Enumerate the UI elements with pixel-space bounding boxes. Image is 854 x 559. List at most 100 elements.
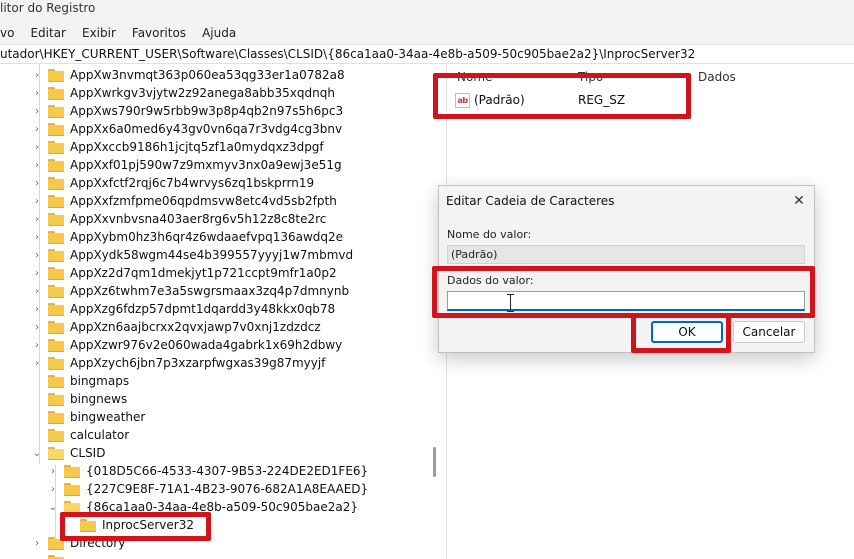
tree-item-label: bingweather: [70, 410, 146, 424]
tree-item-label: AppXxfzmfpme06qpdmsvw8etc4vd5sb2fpth: [70, 194, 337, 208]
tree-item-label: {227C9E8F-71A1-4B23-9076-682A1A8EAAED}: [86, 482, 369, 496]
close-icon[interactable]: ✕: [788, 191, 810, 211]
tree-item[interactable]: bingweather: [32, 408, 145, 426]
tree-item[interactable]: › AppXydk58wgm44se4b399557yyyj1w7mbmvd: [32, 246, 353, 264]
tree-item[interactable]: › {018D5C66-4533-4307-9B53-224DE2ED1FE6}: [48, 462, 368, 480]
tree-item[interactable]: › AppXz6twhm7e3a5swgrsmaax3zq4p7dmnynb: [32, 282, 349, 300]
chevron-right-icon[interactable]: ›: [48, 462, 58, 480]
tree-item-selected[interactable]: InprocServer32: [64, 516, 194, 534]
tree-item[interactable]: › AppXzych6jbn7p3xzarpfwgxas39g87myyjf: [32, 354, 325, 372]
tree-item-label: bingnews: [70, 392, 128, 406]
tree-item[interactable]: › AppXybm0hz3h6qr4z6wdaaefvpq136awdq2e: [32, 228, 343, 246]
tree-scrollbar-thumb[interactable]: [433, 447, 436, 477]
tree-item[interactable]: › AppXwrkgv3vjytw2z92anega8abb35xqdnqh: [32, 84, 335, 102]
folder-icon: [48, 338, 64, 352]
chevron-right-icon[interactable]: ›: [32, 138, 42, 156]
tree-item[interactable]: ⌄ {86ca1aa0-34aa-4e8b-a509-50c905bae2a2}: [48, 498, 358, 516]
chevron-right-icon[interactable]: ›: [32, 282, 42, 300]
chevron-right-icon[interactable]: ›: [32, 534, 42, 552]
tree-item[interactable]: › AppXz2d7qm1dmekjyt1p721ccpt9mfr1a0p2: [32, 264, 337, 282]
tree-item[interactable]: bingmaps: [32, 372, 129, 390]
tree-item-label: AppXxvnbvsna403aer8rg6v5h12z8c8te2rc: [70, 212, 327, 226]
window-title: litor do Registro: [0, 1, 96, 15]
column-header-data[interactable]: Dados: [698, 70, 736, 84]
chevron-down-icon[interactable]: ⌄: [32, 444, 42, 462]
tree-item[interactable]: › AppXxvnbvsna403aer8rg6v5h12z8c8te2rc: [32, 210, 326, 228]
menu-edit[interactable]: Editar: [30, 26, 66, 40]
chevron-right-icon[interactable]: ›: [32, 174, 42, 192]
text-cursor-icon: [507, 294, 515, 312]
tree-item-label: AppXwrkgv3vjytw2z92anega8abb35xqdnqh: [70, 86, 335, 100]
folder-icon: [48, 428, 64, 442]
chevron-right-icon[interactable]: ›: [32, 336, 42, 354]
dialog-title: Editar Cadeia de Caracteres: [446, 194, 615, 208]
address-bar[interactable]: utador\HKEY_CURRENT_USER\Software\Classe…: [0, 44, 854, 64]
tree-item[interactable]: ⌄ CLSID: [32, 444, 106, 462]
chevron-right-icon[interactable]: ›: [32, 552, 42, 559]
column-header-name[interactable]: Nome: [457, 70, 492, 84]
chevron-right-icon[interactable]: ›: [48, 480, 58, 498]
tree-item-label: Directory: [70, 536, 126, 550]
tree-item-label: AppXws790r9w5rbb9w3p8p4qb2n97s5h6pc3: [70, 104, 344, 118]
folder-icon: [48, 194, 64, 208]
chevron-right-icon[interactable]: ›: [32, 84, 42, 102]
string-value-icon: ab: [455, 92, 470, 108]
folder-icon: [48, 86, 64, 100]
tree-item[interactable]: › AppXxf01pj590w7z9mxmyv3nx0a9ewj3e51g: [32, 156, 342, 174]
tree-item[interactable]: › AppXzwr976v2e060wada4gabrk1x69h2dbwy: [32, 336, 342, 354]
folder-icon: [48, 176, 64, 190]
chevron-right-icon[interactable]: ›: [32, 264, 42, 282]
chevron-right-icon[interactable]: ›: [32, 318, 42, 336]
folder-icon: [48, 248, 64, 262]
folder-icon: [48, 68, 64, 82]
value-row[interactable]: ab (Padrão) REG_SZ: [455, 90, 625, 110]
folder-icon: [48, 140, 64, 154]
chevron-right-icon[interactable]: ›: [32, 102, 42, 120]
chevron-right-icon[interactable]: ›: [32, 300, 42, 318]
title-bar: litor do Registro: [0, 0, 854, 22]
tree-item[interactable]: › AppXws790r9w5rbb9w3p8p4qb2n97s5h6pc3: [32, 102, 343, 120]
value-type: REG_SZ: [578, 93, 626, 107]
value-data-input[interactable]: [447, 291, 805, 311]
menu-favorites[interactable]: Favoritos: [132, 26, 186, 40]
tree-item[interactable]: › AppXx6a0med6y43gv0vn6qa7r3vdg4cg3bnv: [32, 120, 342, 138]
chevron-right-icon[interactable]: ›: [32, 192, 42, 210]
tree-item[interactable]: › {227C9E8F-71A1-4B23-9076-682A1A8EAAED}: [48, 480, 368, 498]
folder-icon: [48, 284, 64, 298]
column-header-type[interactable]: Tipo: [578, 70, 603, 84]
tree-item[interactable]: ›...: [32, 552, 81, 559]
tree-item[interactable]: calculator: [32, 426, 129, 444]
chevron-right-icon[interactable]: ›: [32, 210, 42, 228]
tree-item-label: AppXzg6fdzp57dpmt1dqardd3y48kkx0qb78: [70, 302, 336, 316]
menu-help[interactable]: Ajuda: [202, 26, 236, 40]
tree-item[interactable]: › AppXzn6aajbcrxx2qvxjawp7v0xnj1zdzdcz: [32, 318, 321, 336]
edit-string-dialog: Editar Cadeia de Caracteres ✕ Nome do va…: [438, 185, 815, 353]
chevron-down-icon[interactable]: ⌄: [48, 498, 58, 516]
menu-file[interactable]: vo: [0, 26, 14, 40]
ok-button[interactable]: OK: [651, 321, 723, 343]
chevron-right-icon[interactable]: ›: [32, 66, 42, 84]
tree-item-label: {018D5C66-4533-4307-9B53-224DE2ED1FE6}: [86, 464, 369, 478]
tree-item-label: calculator: [70, 428, 130, 442]
chevron-right-icon[interactable]: ›: [32, 156, 42, 174]
tree-item[interactable]: › AppXw3nvmqt363p060ea53qg33er1a0782a8: [32, 66, 345, 84]
value-name-label: Nome do valor:: [447, 228, 532, 241]
chevron-right-icon[interactable]: ›: [32, 354, 42, 372]
tree-item[interactable]: bingnews: [32, 390, 127, 408]
tree-item[interactable]: › AppXxfctf2rqj6c7b4wrvys6zq1bskprrn19: [32, 174, 314, 192]
folder-icon: [48, 410, 64, 424]
chevron-right-icon[interactable]: ›: [32, 246, 42, 264]
folder-icon: [48, 392, 64, 406]
tree-item[interactable]: › AppXzg6fdzp57dpmt1dqardd3y48kkx0qb78: [32, 300, 335, 318]
tree-item[interactable]: › AppXxccb9186h1jcjtq5zf1a0mydqxz3dpgf: [32, 138, 324, 156]
tree-item-label: AppXw3nvmqt363p060ea53qg33er1a0782a8: [70, 68, 345, 82]
folder-icon: [64, 464, 80, 478]
tree-item[interactable]: › Directory: [32, 534, 125, 552]
menu-view[interactable]: Exibir: [82, 26, 116, 40]
chevron-right-icon[interactable]: ›: [32, 228, 42, 246]
tree-item-label: AppXzn6aajbcrxx2qvxjawp7v0xnj1zdzdcz: [70, 320, 321, 334]
chevron-right-icon[interactable]: ›: [32, 120, 42, 138]
cancel-button[interactable]: Cancelar: [733, 321, 805, 343]
tree-item[interactable]: › AppXxfzmfpme06qpdmsvw8etc4vd5sb2fpth: [32, 192, 337, 210]
